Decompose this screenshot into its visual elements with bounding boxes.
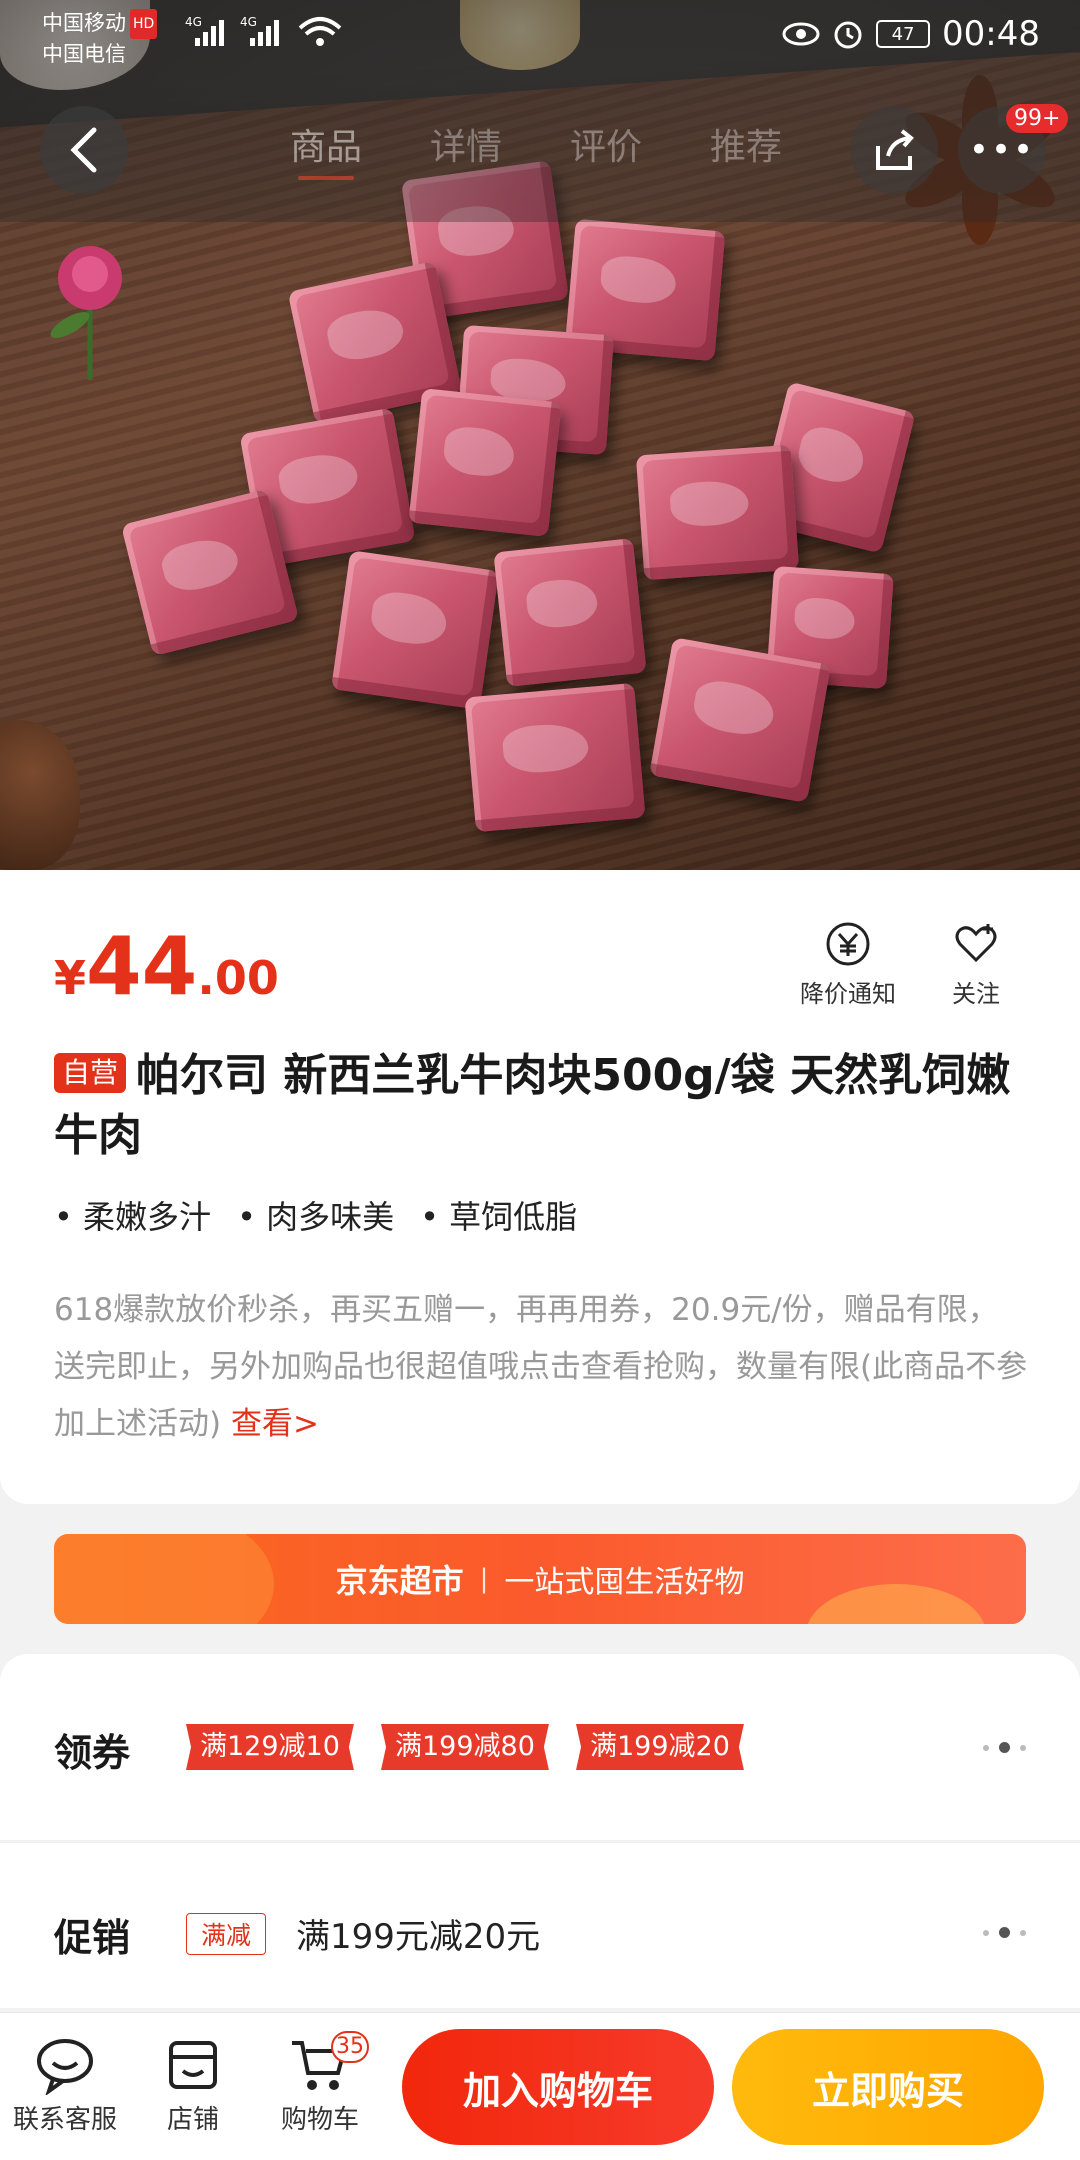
back-icon	[70, 127, 97, 173]
beef-cube	[649, 637, 831, 803]
customer-service-label: 联系客服	[12, 2105, 117, 2135]
discount-tag: 满减	[186, 1913, 267, 1955]
share-icon	[876, 129, 914, 170]
price: ¥44.00	[54, 920, 279, 1013]
banner-slogan: 一站式囤生活好物	[504, 1565, 745, 1600]
heart-icon	[955, 924, 997, 963]
promotion-row[interactable]: 促销 满减 满199元减20元	[0, 1842, 1080, 2008]
promotion-text: 满199元减20元	[296, 1917, 541, 1957]
cart-count-badge: 35	[331, 2031, 369, 2063]
back-button[interactable]	[40, 106, 128, 194]
beef-cube	[635, 444, 800, 581]
bottom-action-bar: 联系客服 店铺 35 购物车 加入购物车 立即购买	[0, 2012, 1080, 2160]
promo-description-text: 618爆款放价秒杀，再买五赠一，再再用券，20.9元/份，赠品有限，送完即止，另…	[54, 1292, 1028, 1442]
customer-service-button[interactable]: 联系客服	[0, 2035, 130, 2136]
product-title: 自营 帕尔司 新西兰乳牛肉块500g/袋 天然乳饲嫩牛肉	[54, 1046, 1024, 1166]
beef-cube	[464, 682, 646, 833]
feature-item: • 草饲低脂	[420, 1198, 578, 1236]
battery-indicator: 47	[876, 20, 931, 48]
price-decimal: .00	[197, 951, 279, 1005]
tab-details[interactable]: 详情	[430, 118, 502, 170]
chat-icon	[37, 2039, 93, 2095]
view-more-link[interactable]: 查看>	[231, 1406, 319, 1442]
add-to-cart-button[interactable]: 加入购物车	[402, 2029, 714, 2145]
network-type-1: 4G	[185, 15, 202, 29]
hd-badge: HD	[130, 9, 158, 39]
product-info-card: ¥44.00 降价通知 关注 自营 帕尔司 新西兰乳牛肉块500g/袋 天然乳饲嫩…	[0, 870, 1080, 1504]
jd-supermarket-banner[interactable]: 京东超市 | 一站式囤生活好物	[54, 1534, 1026, 1624]
promo-description: 618爆款放价秒杀，再买五赠一，再再用券，20.9元/份，赠品有限，送完即止，另…	[54, 1282, 1029, 1453]
coupon-chip[interactable]: 满199减20	[576, 1724, 744, 1770]
cart-button[interactable]: 35 购物车	[255, 2031, 385, 2136]
banner-brand: 京东超市	[335, 1562, 464, 1600]
clock: 00:48	[942, 14, 1040, 54]
share-button[interactable]	[850, 106, 938, 194]
carrier-info: 中国移动 HD 中国电信	[42, 8, 158, 69]
cart-label: 购物车	[280, 2105, 359, 2135]
price-notify-button[interactable]: 降价通知	[800, 920, 896, 1009]
more-dots-icon[interactable]	[983, 1927, 1026, 1938]
carrier-1: 中国移动	[42, 11, 126, 35]
shop-button[interactable]: 店铺	[128, 2035, 258, 2136]
more-dots-icon[interactable]	[983, 1742, 1026, 1753]
buy-now-button[interactable]: 立即购买	[732, 2029, 1044, 2145]
message-badge: 99+	[1006, 104, 1069, 133]
more-icon: •••	[968, 130, 1036, 170]
coupon-row[interactable]: 领券 满129减10 满199减80 满199减20	[0, 1654, 1080, 1840]
shop-label: 店铺	[166, 2105, 219, 2135]
coupon-label: 领券	[54, 1731, 131, 1775]
price-integer: 44	[86, 920, 198, 1013]
tab-product[interactable]: 商品	[290, 118, 362, 180]
status-right: 47 00:48	[782, 14, 1040, 54]
tab-recommend[interactable]: 推荐	[710, 118, 782, 170]
coupon-chip[interactable]: 满129减10	[186, 1724, 354, 1770]
price-notify-label: 降价通知	[800, 980, 896, 1008]
eye-icon	[782, 22, 820, 46]
beef-cube	[493, 538, 647, 687]
promotion-label: 促销	[54, 1916, 131, 1960]
beef-cube	[330, 550, 500, 710]
coupon-chip[interactable]: 满199减80	[381, 1724, 549, 1770]
follow-label: 关注	[952, 980, 1000, 1008]
signal-icon: 4G 4G	[185, 15, 342, 46]
feature-item: • 柔嫩多汁	[54, 1198, 212, 1236]
shop-icon	[169, 2041, 217, 2089]
network-type-2: 4G	[240, 15, 257, 29]
alarm-icon	[834, 21, 862, 49]
tab-reviews[interactable]: 评价	[570, 118, 642, 170]
price-symbol: ¥	[54, 951, 87, 1005]
status-bar: 中国移动 HD 中国电信 4G 4G 47 00:48	[0, 0, 1080, 70]
top-navigation: 中国移动HD 中国电信 4G 4G 47 00:48 商品 详情 评价 推荐	[0, 0, 1080, 222]
product-title-text: 帕尔司 新西兰乳牛肉块500g/袋 天然乳饲嫩牛肉	[54, 1050, 1011, 1161]
carrier-2: 中国电信	[42, 42, 126, 66]
price-notify-icon	[826, 922, 870, 966]
product-tabs: 商品 详情 评价 推荐	[290, 118, 782, 180]
self-operated-tag: 自营	[54, 1053, 127, 1093]
rose-decoration	[50, 246, 122, 380]
beef-cube	[408, 388, 562, 537]
banner-separator: |	[479, 1564, 489, 1594]
follow-button[interactable]: 关注	[952, 920, 1000, 1009]
feature-list: • 柔嫩多汁 • 肉多味美 • 草饲低脂	[54, 1192, 577, 1238]
feature-item: • 肉多味美	[237, 1198, 395, 1236]
